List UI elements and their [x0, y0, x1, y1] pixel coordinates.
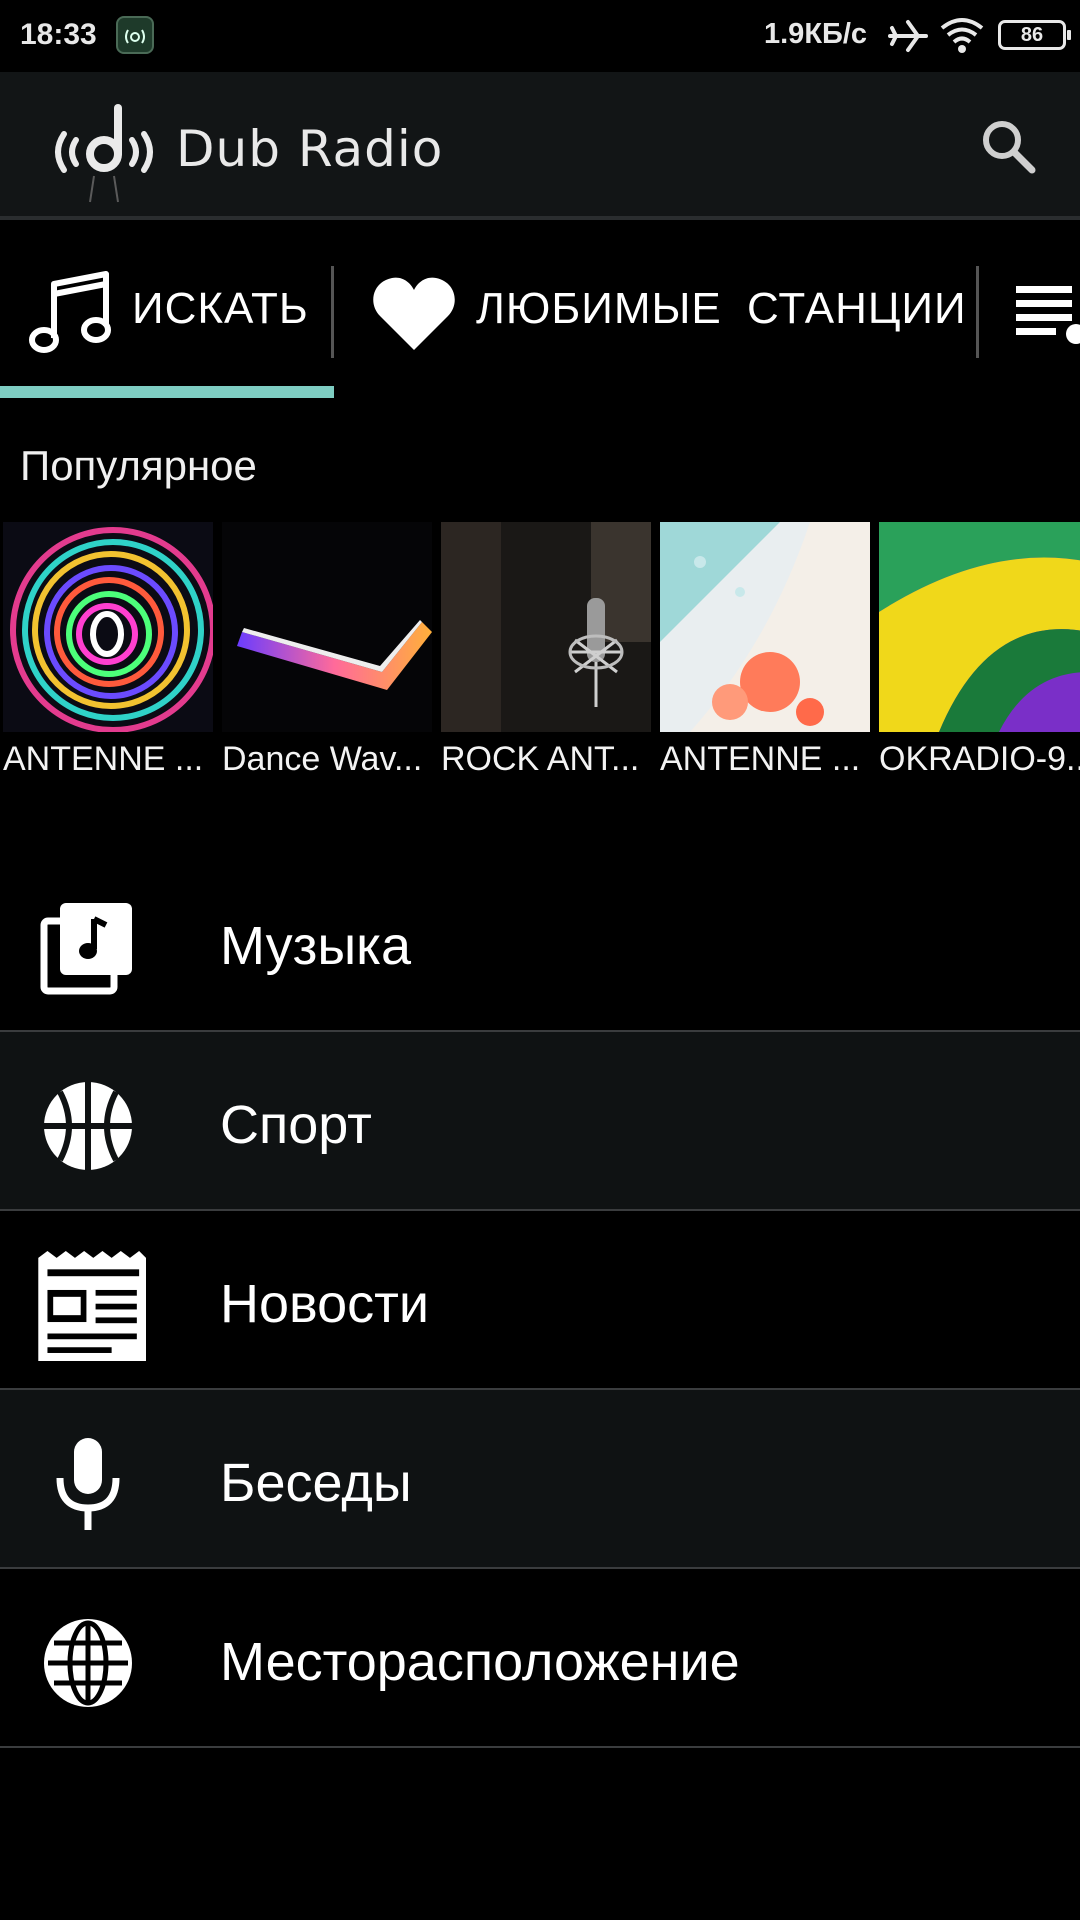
popular-stations-carousel: ANTENNE ... Dance Wav... ROCK ANT... ANT… — [0, 522, 1080, 782]
battery-level: 86 — [1020, 24, 1044, 46]
tab-favorites-label: ЛЮБИМЫЕ СТАНЦИИ — [476, 284, 967, 333]
dub-radio-logo-icon — [55, 104, 153, 203]
search-icon[interactable] — [976, 114, 1040, 178]
station-thumbnail — [879, 522, 1080, 732]
station-thumbnail — [3, 522, 213, 732]
heart-icon — [373, 277, 455, 350]
category-label: Беседы — [220, 1453, 412, 1513]
battery-icon: 86 — [998, 20, 1071, 50]
wifi-icon — [940, 16, 984, 59]
status-time: 18:33 — [20, 18, 97, 51]
popular-section-title: Популярное — [20, 442, 257, 489]
tab-divider — [331, 266, 334, 358]
tab-search-label: ИСКАТЬ — [132, 284, 309, 333]
station-card[interactable]: Dance Wav... — [222, 522, 432, 779]
status-bar: 18:33 1.9КБ/с 86 — [0, 0, 1080, 72]
category-label: Музыка — [220, 916, 412, 976]
station-thumbnail — [441, 522, 651, 732]
microphone-icon — [56, 1438, 120, 1530]
category-music[interactable]: Музыка — [0, 853, 1080, 1032]
music-library-icon — [40, 903, 132, 995]
active-tab-indicator — [0, 386, 334, 398]
station-card[interactable]: ANTENNE ... — [3, 522, 213, 779]
category-news[interactable]: Новости — [0, 1211, 1080, 1390]
category-label: Месторасположение — [220, 1632, 740, 1692]
newspaper-icon — [38, 1251, 146, 1361]
category-location[interactable]: Месторасположение — [0, 1569, 1080, 1748]
category-label: Спорт — [220, 1095, 372, 1155]
station-name: OKRADIO-9... — [879, 740, 1080, 778]
playlist-icon — [1016, 286, 1080, 344]
app-notification-icon — [116, 16, 154, 54]
station-name: Dance Wav... — [222, 740, 423, 778]
music-note-icon — [29, 271, 111, 353]
station-name: ROCK ANT... — [441, 740, 640, 778]
station-name: ANTENNE ... — [660, 740, 861, 778]
airplane-mode-icon — [888, 18, 928, 59]
app-title: Dub Radio — [176, 120, 444, 178]
category-sport[interactable]: Спорт — [0, 1032, 1080, 1211]
tab-playlist[interactable] — [980, 226, 1080, 400]
category-list: Музыка Спорт Новости Беседы Месторасполо… — [0, 853, 1080, 1748]
tab-favorites[interactable]: ЛЮБИМЫЕ СТАНЦИИ — [336, 226, 976, 400]
station-thumbnail — [660, 522, 870, 732]
category-talk[interactable]: Беседы — [0, 1390, 1080, 1569]
station-card[interactable]: ANTENNE ... — [660, 522, 870, 779]
tab-search[interactable]: ИСКАТЬ — [0, 226, 334, 400]
network-speed: 1.9КБ/с — [764, 18, 868, 50]
tab-divider — [976, 266, 979, 358]
station-card[interactable]: OKRADIO-9... — [879, 522, 1080, 779]
station-thumbnail — [222, 522, 432, 732]
tab-bar: ИСКАТЬ ЛЮБИМЫЕ СТАНЦИИ — [0, 226, 1080, 400]
app-bar: Dub Radio — [0, 72, 1080, 220]
station-card[interactable]: ROCK ANT... — [441, 522, 651, 779]
station-name: ANTENNE ... — [3, 740, 204, 778]
category-label: Новости — [220, 1274, 430, 1334]
globe-icon — [44, 1619, 132, 1707]
basketball-icon — [44, 1082, 132, 1170]
